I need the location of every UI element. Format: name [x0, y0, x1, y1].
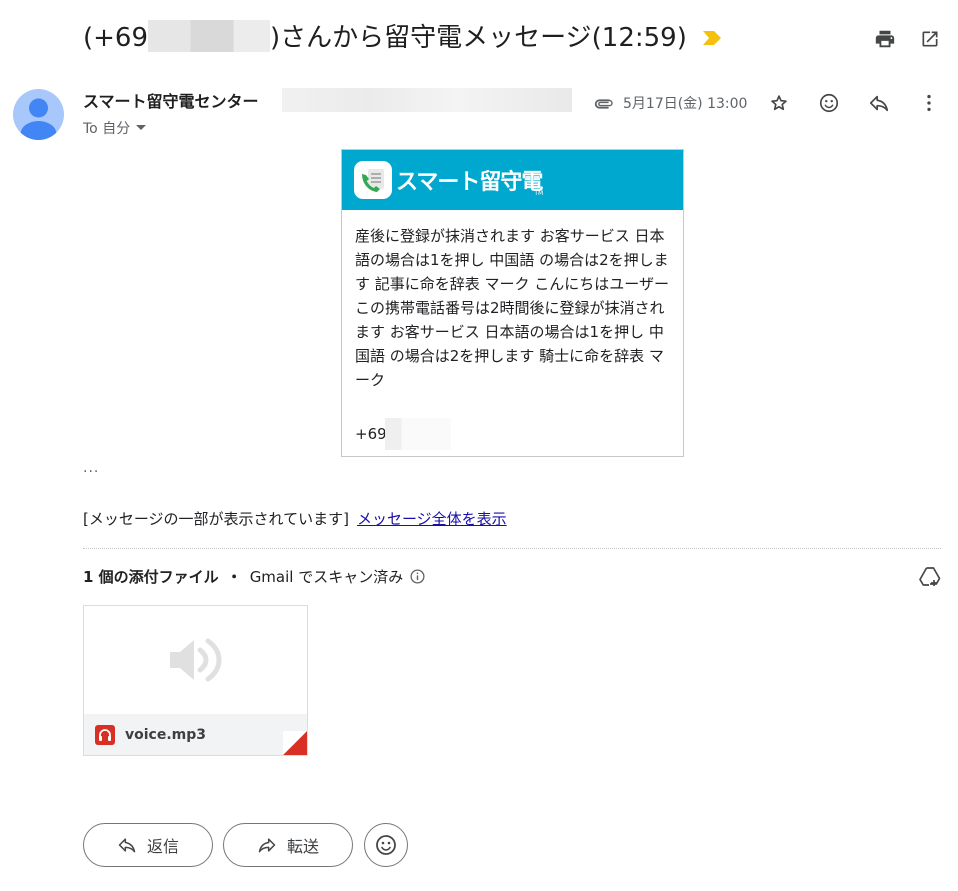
recipient-details-toggle[interactable]: To 自分: [83, 118, 147, 138]
card-brand-name: スマート留守電: [396, 170, 543, 195]
attachment-preview: [84, 606, 307, 713]
emoji-icon: [819, 93, 839, 113]
info-icon[interactable]: [409, 568, 426, 585]
open-in-new-window-icon: [922, 31, 938, 47]
attachments-header: 1 個の添付ファイル ・ Gmail でスキャン済み: [83, 566, 426, 587]
speaker-icon: [169, 638, 222, 681]
reply-button[interactable]: 返信: [83, 823, 213, 867]
attachment-count: 1 個の添付ファイル: [83, 568, 219, 586]
message-date[interactable]: 5月17日(金) 13:00: [623, 93, 747, 113]
card-header: スマート留守電 TM: [342, 150, 683, 210]
attachment-file-name: voice.mp3: [125, 726, 207, 743]
recipient-label: To 自分: [83, 121, 131, 137]
subject-prefix: (+69: [83, 23, 149, 53]
clipped-notice-text: [メッセージの一部が表示されています]: [83, 510, 349, 528]
forward-icon: [258, 838, 276, 853]
attachments-divider: [83, 548, 941, 549]
caller-phone: +69: [355, 418, 451, 450]
show-trimmed-content-button[interactable]: ...: [83, 460, 99, 476]
attachment-footer: voice.mp3: [84, 714, 307, 755]
attachment-card-voice[interactable]: voice.mp3: [83, 605, 308, 756]
printer-icon: [875, 30, 895, 48]
forward-button[interactable]: 転送: [223, 823, 353, 867]
open-in-new-window-button[interactable]: [915, 24, 945, 54]
add-reaction-button[interactable]: [814, 88, 844, 118]
add-to-drive-icon: [919, 567, 941, 586]
add-to-drive-button[interactable]: [915, 562, 945, 592]
star-icon: [771, 95, 787, 111]
reply-icon: [869, 95, 889, 112]
email-subject: (+69 )さんから留守電メッセージ(12:59): [83, 18, 687, 58]
reply-icon-button[interactable]: [864, 88, 894, 118]
reply-label: 返信: [146, 837, 179, 856]
forward-label: 転送: [286, 837, 319, 856]
voicemail-card: スマート留守電 TM 産後に登録が抹消されます お客サービス 日本語の場合は1を…: [341, 149, 684, 457]
redacted-phone-digits: [384, 418, 451, 450]
attachment-clip-icon: [593, 95, 615, 114]
separator-dot: ・: [226, 568, 242, 586]
importance-marker-icon[interactable]: [703, 30, 721, 49]
redacted-sender-address: [282, 88, 572, 112]
scan-status: Gmail でスキャン済み: [249, 568, 404, 586]
audio-file-icon: [95, 724, 115, 745]
more-vertical-icon: [927, 94, 931, 112]
redacted-phone-block: [148, 20, 271, 52]
sender-name[interactable]: スマート留守電センター: [83, 88, 259, 112]
print-button[interactable]: [870, 24, 900, 54]
caller-phone-prefix: +69: [355, 425, 387, 443]
reply-icon: [118, 838, 136, 853]
trademark-mark: TM: [534, 189, 544, 197]
subject-suffix: )さんから留守電メッセージ(12:59): [270, 23, 687, 53]
emoji-reaction-button[interactable]: [364, 823, 408, 867]
voicemail-app-icon: [354, 161, 392, 199]
emoji-icon: [376, 835, 396, 855]
sender-avatar[interactable]: [13, 89, 64, 140]
star-button[interactable]: [764, 88, 794, 118]
more-options-button[interactable]: [914, 88, 944, 118]
clipped-message-notice: [メッセージの一部が表示されています] メッセージ全体を表示: [83, 508, 507, 529]
view-entire-message-link[interactable]: メッセージ全体を表示: [357, 510, 507, 528]
voicemail-transcript: 産後に登録が抹消されます お客サービス 日本語の場合は1を押し 中国語 の場合は…: [355, 227, 670, 389]
red-corner-mark: [283, 731, 307, 755]
caret-down-icon: [136, 125, 147, 130]
